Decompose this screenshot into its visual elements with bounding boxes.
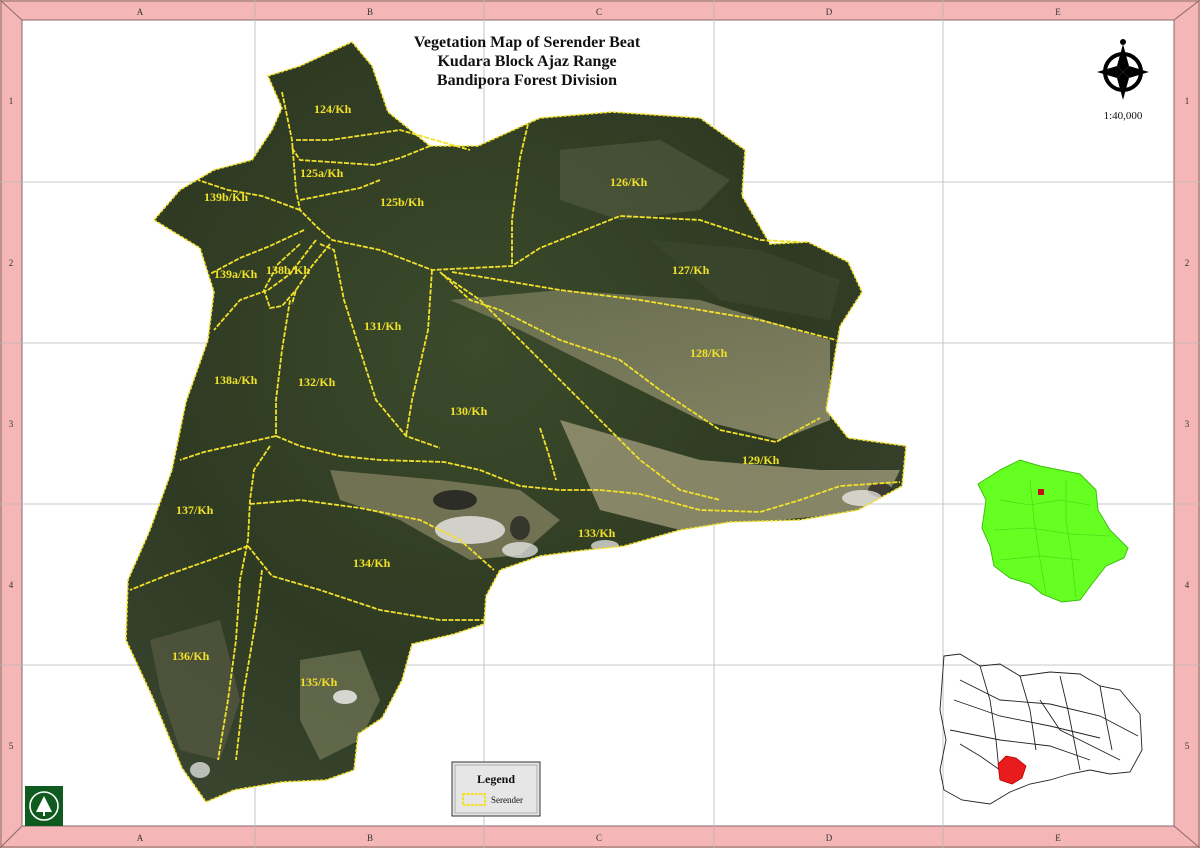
grid-column-label: B: [367, 7, 373, 17]
map-canvas: 124/Kh 125a/Kh 125b/Kh 126/Kh 127/Kh 128…: [0, 0, 1200, 849]
compartment-label: 139b/Kh: [204, 190, 248, 204]
compartment-label: 125b/Kh: [380, 195, 424, 209]
compartment-label: 134/Kh: [353, 556, 391, 570]
grid-column-label: D: [826, 7, 833, 17]
compartment-label: 124/Kh: [314, 102, 352, 116]
title-line: Bandipora Forest Division: [437, 72, 617, 89]
grid-row-label: 2: [9, 258, 14, 268]
title-line: Vegetation Map of Serender Beat: [414, 34, 641, 51]
grid-row-label: 3: [9, 419, 14, 429]
legend-title: Legend: [477, 772, 515, 786]
compartment-label: 136/Kh: [172, 649, 210, 663]
grid-column-label: A: [137, 833, 144, 843]
title-line: Kudara Block Ajaz Range: [437, 53, 616, 70]
grid-column-label: E: [1055, 833, 1061, 843]
compartment-label: 138b/Kh: [266, 263, 310, 277]
grid-column-label: C: [596, 7, 602, 17]
grid-row-label: 1: [1185, 96, 1190, 106]
grid-column-label: B: [367, 833, 373, 843]
compartment-label: 131/Kh: [364, 319, 402, 333]
compartment-label: 130/Kh: [450, 404, 488, 418]
grid-row-label: 4: [9, 580, 14, 590]
compartment-label: 126/Kh: [610, 175, 648, 189]
compartment-label: 138a/Kh: [214, 373, 258, 387]
grid-row-label: 5: [9, 741, 14, 751]
grid-row-label: 4: [1185, 580, 1190, 590]
compartment-label: 129/Kh: [742, 453, 780, 467]
compartment-label: 139a/Kh: [214, 267, 258, 281]
grid-column-label: E: [1055, 7, 1061, 17]
scale-text: 1:40,000: [1104, 110, 1143, 122]
map-title: Vegetation Map of Serender Beat Kudara B…: [414, 34, 641, 89]
legend-item-label: Serender: [491, 795, 523, 805]
map-frame: 124/Kh 125a/Kh 125b/Kh 126/Kh 127/Kh 128…: [0, 0, 1200, 849]
compartment-label: 133/Kh: [578, 526, 616, 540]
grid-row-label: 3: [1185, 419, 1190, 429]
compartment-label: 137/Kh: [176, 503, 214, 517]
grid-row-label: 5: [1185, 741, 1190, 751]
serender-highlight-marker: [1038, 489, 1044, 495]
compartment-label: 127/Kh: [672, 263, 710, 277]
grid-column-label: C: [596, 833, 602, 843]
grid-row-label: 1: [9, 96, 14, 106]
grid-row-label: 2: [1185, 258, 1190, 268]
compartment-label: 128/Kh: [690, 346, 728, 360]
grid-column-label: A: [137, 7, 144, 17]
legend: Legend Serender: [451, 761, 541, 817]
compartment-label: 125a/Kh: [300, 166, 344, 180]
grid-column-label: D: [826, 833, 833, 843]
compartment-label: 135/Kh: [300, 675, 338, 689]
compartment-label: 132/Kh: [298, 375, 336, 389]
forest-department-logo-icon: [25, 786, 63, 826]
